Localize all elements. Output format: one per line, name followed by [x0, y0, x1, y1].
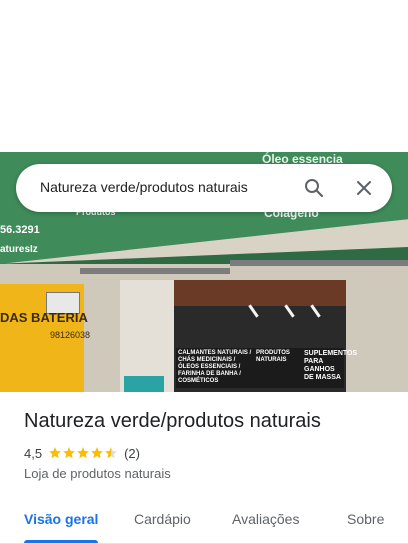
- photo-girder: [230, 260, 408, 266]
- clear-search-button[interactable]: [352, 176, 376, 200]
- place-sheet: Óleo essencia 56.3291 aturesIz Colágeno …: [0, 0, 408, 544]
- banner-text: PRODUTOS NATURAIS: [256, 350, 290, 363]
- photo-teal-sign: [124, 376, 164, 392]
- banner-text: SUPLEMENTOS PARA GANHOS DE MASSA: [304, 350, 358, 381]
- review-count[interactable]: (2): [124, 446, 140, 461]
- tab-menu[interactable]: Cardápio: [134, 496, 191, 541]
- rating-value: 4,5: [24, 445, 43, 461]
- awning-text: 56.3291: [0, 224, 40, 236]
- tab-overview[interactable]: Visão geral: [24, 496, 98, 541]
- tab-about[interactable]: Sobre: [347, 496, 384, 541]
- search-bar[interactable]: Natureza verde/produtos naturais: [16, 164, 392, 212]
- star-rating: [48, 446, 118, 460]
- photo-store-top: [174, 280, 346, 306]
- photo-girder: [80, 268, 230, 274]
- rating-row[interactable]: 4,5 (2): [24, 445, 140, 461]
- place-tabs: Visão geral Cardápio Avaliações Sobre: [0, 496, 408, 544]
- close-icon: [357, 181, 371, 195]
- search-icon: [305, 179, 324, 198]
- tab-reviews[interactable]: Avaliações: [232, 496, 299, 541]
- banner-text: CALMANTES NATURAIS / CHÁS MEDICINAIS / Ó…: [178, 350, 252, 384]
- awning-text: aturesIz: [0, 244, 38, 255]
- yellow-sign-phone: 98126038: [50, 330, 91, 340]
- star-icon: [77, 447, 89, 459]
- place-title: Natureza verde/produtos naturais: [24, 410, 321, 432]
- yellow-sign-text: DAS BATERIA: [0, 310, 88, 325]
- place-category: Loja de produtos naturais: [24, 466, 171, 481]
- search-button[interactable]: [302, 176, 326, 200]
- half-star-icon: [105, 447, 117, 459]
- star-icon: [49, 447, 61, 459]
- search-input[interactable]: Natureza verde/produtos naturais: [40, 179, 248, 195]
- active-tab-indicator: [24, 540, 98, 543]
- star-icon: [63, 447, 75, 459]
- place-info-panel: Natureza verde/produtos naturais 4,5 (2)…: [0, 392, 408, 544]
- star-icon: [91, 447, 103, 459]
